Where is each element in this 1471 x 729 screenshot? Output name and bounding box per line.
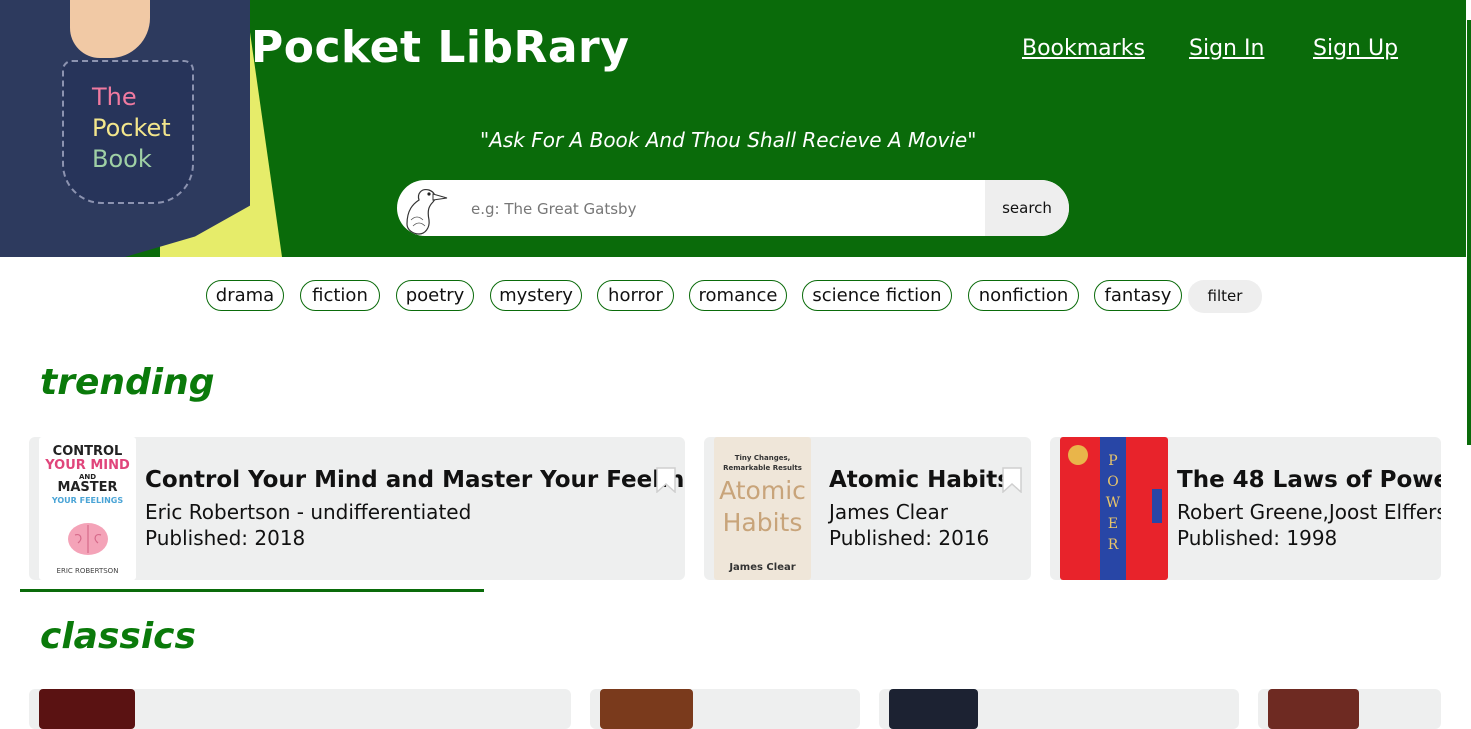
classic-book-card[interactable] <box>879 689 1239 729</box>
search-button[interactable]: search <box>985 180 1069 236</box>
cover-text: O <box>1107 474 1119 490</box>
book-author: Eric Robertson - undifferentiated <box>145 500 472 524</box>
cover-text: MASTER <box>57 480 118 495</box>
cover-text: YOUR MIND <box>45 458 130 473</box>
genre-chip-science-fiction[interactable]: science fiction <box>802 280 952 311</box>
book-card[interactable]: Tiny Changes, Remarkable Results Atomic … <box>704 437 1031 580</box>
book-cover: CONTROL YOUR MIND AND MASTER YOUR FEELIN… <box>39 437 136 580</box>
goose-icon <box>406 189 448 235</box>
classic-book-card[interactable] <box>590 689 860 729</box>
section-title-trending: trending <box>40 362 215 403</box>
classic-book-card[interactable] <box>29 689 571 729</box>
brand-title[interactable]: Pocket LibRary <box>251 22 629 73</box>
book-published: Published: 2018 <box>145 526 306 550</box>
cover-text: CONTROL <box>52 444 123 459</box>
bookmarks-link[interactable]: Bookmarks <box>1022 36 1145 61</box>
filter-button[interactable]: filter <box>1188 280 1262 313</box>
book-title[interactable]: The 48 Laws of Power <box>1177 467 1441 493</box>
book-cover <box>600 689 693 729</box>
brain-icon <box>68 523 108 555</box>
logo-line-2: Pocket <box>92 114 171 142</box>
book-card[interactable]: P O W E R The 48 Laws of Power Robert Gr… <box>1050 437 1441 580</box>
cover-text: R <box>1107 537 1119 553</box>
scrollbar-thumb[interactable] <box>1467 20 1471 445</box>
cover-text: W <box>1105 495 1121 511</box>
search-bar: search <box>397 180 1069 236</box>
site-logo[interactable]: The Pocket Book <box>0 0 282 257</box>
book-author: James Clear <box>829 500 949 524</box>
genre-chip-drama[interactable]: drama <box>206 280 284 311</box>
book-title[interactable]: Atomic Habits <box>829 467 1011 493</box>
genre-chip-fantasy[interactable]: fantasy <box>1094 280 1182 311</box>
cover-author: ERIC ROBERTSON <box>56 567 119 575</box>
book-published: Published: 1998 <box>1177 526 1338 550</box>
logo-line-3: Book <box>92 145 152 173</box>
genre-chip-romance[interactable]: romance <box>689 280 787 311</box>
bookmark-icon[interactable] <box>656 467 676 493</box>
cover-text: Habits <box>722 508 803 537</box>
logo-line-1: The <box>92 83 137 111</box>
cover-text: Atomic <box>719 476 806 505</box>
site-header: The Pocket Book Pocket LibRary Bookmarks… <box>0 0 1471 257</box>
book-published: Published: 2016 <box>829 526 990 550</box>
book-cover: P O W E R <box>1060 437 1168 580</box>
logo-text: The Pocket Book <box>92 82 182 175</box>
sign-up-link[interactable]: Sign Up <box>1313 36 1398 61</box>
book-card[interactable]: CONTROL YOUR MIND AND MASTER YOUR FEELIN… <box>29 437 685 580</box>
tagline: "Ask For A Book And Thou Shall Recieve A… <box>480 128 977 152</box>
genre-chip-mystery[interactable]: mystery <box>490 280 582 311</box>
cover-text: YOUR FEELINGS <box>51 496 124 505</box>
cover-text: Remarkable Results <box>723 464 802 472</box>
book-cover <box>889 689 978 729</box>
search-input[interactable] <box>469 180 987 236</box>
cover-text: Tiny Changes, <box>734 454 791 462</box>
cover-text: E <box>1107 516 1119 532</box>
genre-chip-poetry[interactable]: poetry <box>396 280 474 311</box>
book-cover <box>1268 689 1359 729</box>
sign-in-link[interactable]: Sign In <box>1189 36 1264 61</box>
genre-chip-horror[interactable]: horror <box>597 280 674 311</box>
genre-chip-nonfiction[interactable]: nonfiction <box>968 280 1079 311</box>
book-author: Robert Greene,Joost Elffers <box>1177 500 1441 524</box>
cover-author: James Clear <box>729 562 796 573</box>
classic-book-card[interactable] <box>1258 689 1441 729</box>
book-cover <box>39 689 135 729</box>
section-title-classics: classics <box>40 616 196 657</box>
section-divider <box>20 589 484 592</box>
book-cover: Tiny Changes, Remarkable Results Atomic … <box>714 437 811 580</box>
bookmark-icon[interactable] <box>1002 467 1022 493</box>
genre-chip-fiction[interactable]: fiction <box>300 280 380 311</box>
book-title[interactable]: Control Your Mind and Master Your Feelin… <box>145 467 685 493</box>
cover-text: P <box>1108 453 1118 469</box>
